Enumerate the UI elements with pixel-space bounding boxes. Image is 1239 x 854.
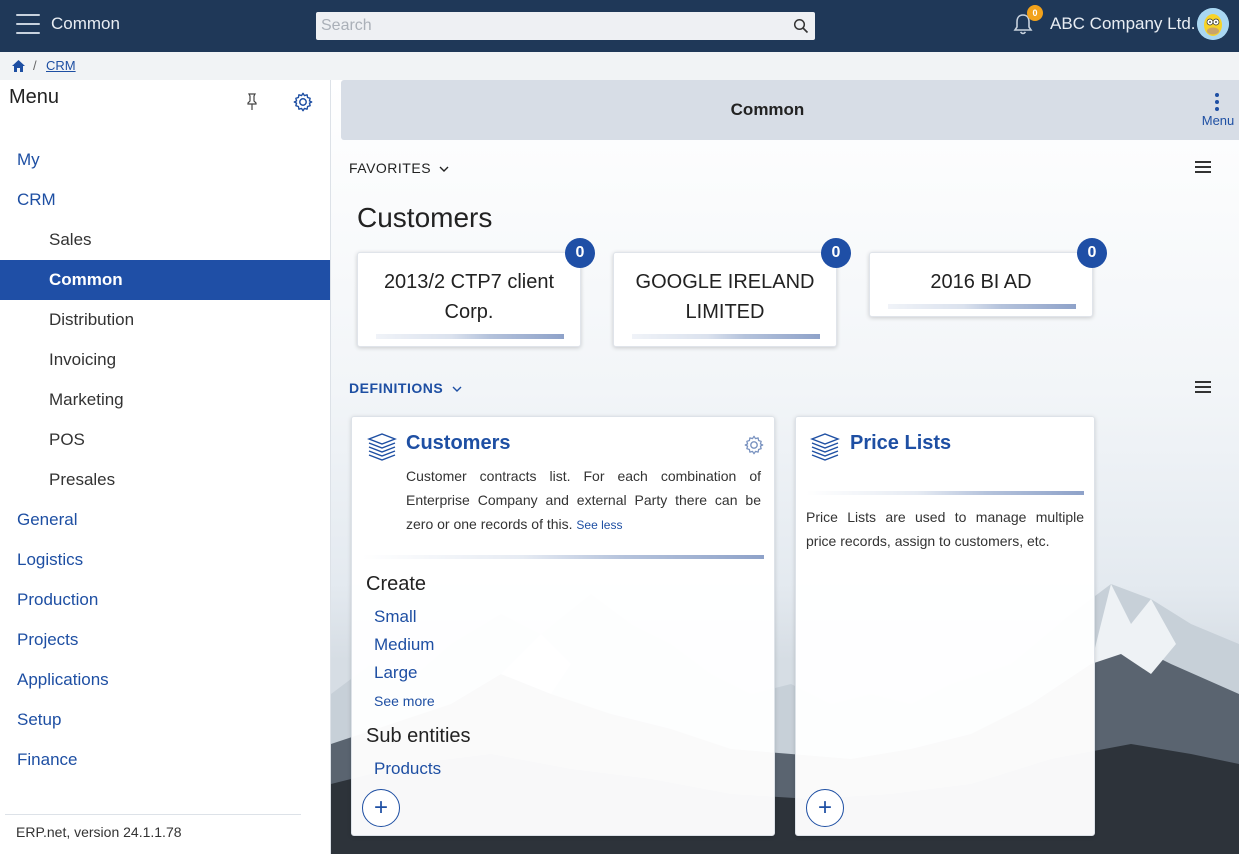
sidebar-menu: Menu My CRM Sales Common Distribution In…	[0, 80, 331, 854]
sidebar-item-setup[interactable]: Setup	[0, 700, 330, 740]
sidebar-item-distribution[interactable]: Distribution	[0, 300, 330, 340]
search-box[interactable]	[316, 12, 815, 40]
definitions-options-icon[interactable]	[1195, 381, 1211, 393]
breadcrumb: / CRM	[0, 52, 1239, 80]
favorite-tile-line1: 2013/2 CTP7 client	[383, 271, 555, 293]
create-small-link[interactable]: Small	[374, 607, 417, 627]
sidebar-item-projects[interactable]: Projects	[0, 620, 330, 660]
stack-icon	[367, 433, 397, 461]
chevron-down-icon	[452, 386, 462, 392]
favorite-tile-1[interactable]: 2013/2 CTP7 client Corp.	[357, 252, 581, 347]
create-heading: Create	[366, 573, 427, 595]
definitions-section-toggle[interactable]: DEFINITIONS	[349, 380, 462, 396]
sidebar-item-production[interactable]: Production	[0, 580, 330, 620]
sidebar-item-sales[interactable]: Sales	[0, 220, 330, 260]
tile-decor-bar	[632, 334, 820, 339]
favorite-tile-line2: LIMITED	[685, 301, 765, 323]
sub-entities-heading: Sub entities	[366, 725, 471, 747]
sidebar-item-applications[interactable]: Applications	[0, 660, 330, 700]
sidebar-item-presales[interactable]: Presales	[0, 460, 330, 500]
add-button[interactable]: +	[362, 789, 400, 827]
kebab-icon	[1215, 93, 1219, 114]
version-label: ERP.net, version 24.1.1.78	[16, 824, 182, 840]
favorites-options-icon[interactable]	[1195, 161, 1211, 173]
avatar[interactable]	[1197, 8, 1229, 40]
sidebar-item-finance[interactable]: Finance	[0, 740, 330, 780]
chevron-down-icon	[439, 166, 449, 172]
header-menu-button[interactable]: Menu	[1198, 92, 1238, 132]
create-large-link[interactable]: Large	[374, 663, 417, 683]
sidebar-title: Menu	[9, 86, 60, 108]
sidebar-item-my[interactable]: My	[0, 140, 330, 180]
notification-badge: 0	[1027, 5, 1043, 21]
sub-entity-products-link[interactable]: Products	[374, 759, 441, 779]
tile-decor-bar	[888, 304, 1076, 309]
customers-definition-card: Customers Customer contracts list. For e…	[351, 416, 775, 836]
favorite-tile-line1: GOOGLE IRELAND	[635, 271, 815, 293]
see-more-link[interactable]: See more	[374, 693, 435, 709]
customers-card-title[interactable]: Customers	[406, 432, 510, 455]
definitions-label: DEFINITIONS	[349, 380, 444, 396]
sidebar-item-crm[interactable]: CRM	[0, 180, 330, 220]
price-lists-card-description: Price Lists are used to manage multiple …	[806, 509, 1084, 549]
sidebar-item-invoicing[interactable]: Invoicing	[0, 340, 330, 380]
add-button[interactable]: +	[806, 789, 844, 827]
favorites-label: FAVORITES	[349, 160, 432, 176]
sidebar-item-logistics[interactable]: Logistics	[0, 540, 330, 580]
favorite-count-badge: 0	[1077, 238, 1107, 268]
pin-icon[interactable]	[244, 92, 260, 112]
favorite-tile-line2: Corp.	[444, 301, 494, 323]
top-bar: Common 0 ABC Company Ltd.	[0, 0, 1239, 52]
card-settings-gear-icon[interactable]	[743, 434, 765, 456]
search-icon[interactable]	[793, 18, 809, 34]
card-decor-bar	[362, 555, 764, 559]
favorite-tile-2[interactable]: GOOGLE IRELAND LIMITED	[613, 252, 837, 347]
favorite-tile-3[interactable]: 2016 BI AD	[869, 252, 1093, 317]
tile-decor-bar	[376, 334, 564, 339]
breadcrumb-crm-link[interactable]: CRM	[46, 58, 76, 73]
search-input[interactable]	[316, 12, 815, 40]
favorite-tile-line1: 2016 BI AD	[930, 271, 1032, 293]
card-decor-bar	[806, 491, 1084, 495]
stack-icon	[810, 433, 840, 461]
hamburger-menu-icon[interactable]	[16, 14, 40, 34]
favorite-count-badge: 0	[565, 238, 595, 268]
customers-card-description: Customer contracts list. For each combin…	[406, 464, 761, 537]
avatar-image	[1197, 8, 1229, 40]
sidebar-item-marketing[interactable]: Marketing	[0, 380, 330, 420]
company-name[interactable]: ABC Company Ltd.	[1050, 14, 1196, 34]
app-title: Common	[51, 14, 120, 33]
price-lists-definition-card: Price Lists Price Lists are used to mana…	[795, 416, 1095, 836]
favorite-count-badge: 0	[821, 238, 851, 268]
sidebar-item-common[interactable]: Common	[0, 260, 330, 300]
favorites-group-title: Customers	[357, 202, 493, 233]
sidebar-item-pos[interactable]: POS	[0, 420, 330, 460]
header-menu-label: Menu	[1201, 113, 1235, 128]
settings-gear-icon[interactable]	[292, 91, 314, 113]
page-title: Common	[730, 100, 805, 119]
favorites-section-toggle[interactable]: FAVORITES	[349, 160, 449, 176]
price-lists-card-title[interactable]: Price Lists	[850, 432, 951, 455]
create-medium-link[interactable]: Medium	[374, 635, 434, 655]
page-header: Common	[341, 80, 1239, 140]
home-icon[interactable]	[11, 59, 26, 73]
sidebar-footer-divider	[5, 814, 301, 815]
see-less-link[interactable]: See less	[576, 518, 622, 532]
sidebar-item-general[interactable]: General	[0, 500, 330, 540]
breadcrumb-separator: /	[33, 58, 37, 73]
